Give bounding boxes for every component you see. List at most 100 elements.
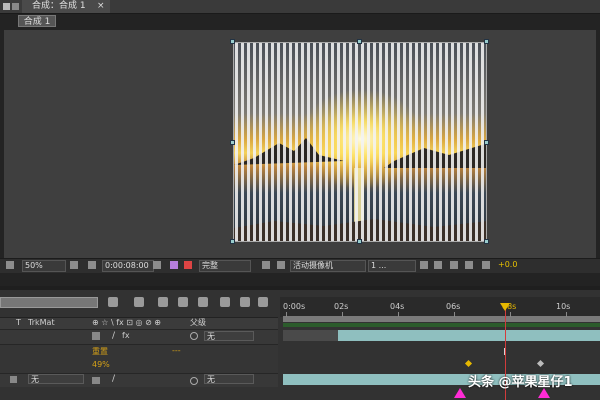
current-time-indicator-head[interactable] (500, 303, 510, 311)
camera-value: 活动摄像机 (293, 261, 333, 270)
watermark: 头条 @苹果星仔1 (468, 375, 573, 390)
blind-stripe (235, 43, 238, 241)
blind-stripe (289, 43, 292, 241)
channel-icon[interactable] (184, 261, 192, 269)
exposure-reset-icon[interactable] (482, 261, 490, 269)
blind-stripe (385, 43, 388, 241)
layer2-parent-value: 无 (207, 375, 215, 384)
blind-stripe (307, 43, 310, 241)
layer2-parent-dropdown[interactable]: 无 (204, 374, 254, 384)
blind-stripe (361, 43, 364, 241)
transform-handle-mr[interactable] (484, 140, 489, 145)
resolution-dropdown[interactable]: 完整 (199, 260, 251, 272)
blind-stripe (319, 43, 322, 241)
exposure-value[interactable]: +0.0 (498, 260, 517, 270)
mask-visibility-icon[interactable] (88, 261, 96, 269)
col-t: T (16, 318, 21, 327)
snapshot-icon[interactable] (153, 261, 161, 269)
camera-dropdown[interactable]: 活动摄像机 (290, 260, 366, 272)
layer2-trkmat-dropdown[interactable]: 无 (28, 374, 84, 384)
time-ruler[interactable] (280, 297, 600, 317)
property-group (0, 344, 278, 373)
ruler-label-2: 02s (334, 302, 349, 311)
layer2-label-icon[interactable] (10, 376, 17, 383)
transform-handle-br[interactable] (484, 239, 489, 244)
blind-stripe (253, 43, 256, 241)
blind-stripe (379, 43, 382, 241)
brainstorm-icon[interactable] (220, 297, 230, 307)
layer1-duration-bar[interactable] (338, 330, 600, 341)
transparency-grid-icon[interactable] (277, 261, 285, 269)
fast-previews-icon[interactable] (434, 261, 442, 269)
ruler-tick-5 (566, 312, 567, 317)
draft-3d-icon[interactable] (134, 297, 144, 307)
blind-stripe (457, 43, 460, 241)
layer1-parent-dropdown[interactable]: 无 (204, 331, 254, 341)
layer1-gap (283, 330, 338, 341)
shy-switch-icon[interactable] (92, 332, 100, 340)
motion-blur-icon[interactable] (198, 297, 208, 307)
work-area-bar[interactable] (283, 316, 600, 322)
timecode-field[interactable]: 0:00:08:00 (102, 260, 154, 272)
blind-stripe (445, 43, 448, 241)
layer2-quality-icon[interactable]: / (112, 374, 115, 384)
blind-stripe (265, 43, 268, 241)
region-of-interest-icon[interactable] (262, 261, 270, 269)
blind-stripe (295, 43, 298, 241)
effects-switch-icon[interactable]: fx (122, 331, 130, 340)
transform-handle-bl[interactable] (230, 239, 235, 244)
lock-icon[interactable] (12, 3, 19, 10)
quality-switch-icon[interactable]: / (112, 331, 115, 341)
property-name[interactable]: 重置 (92, 346, 108, 357)
transform-handle-tr[interactable] (484, 39, 489, 44)
views-dropdown[interactable]: 1 ... (368, 260, 416, 272)
blind-stripe (475, 43, 478, 241)
resolution-value: 完整 (202, 261, 218, 270)
blind-stripe (355, 43, 358, 241)
layer2-pickwhip-icon[interactable] (190, 377, 198, 385)
frame-blending-icon[interactable] (178, 297, 188, 307)
layer-search-input[interactable] (0, 297, 98, 308)
blinds-overlay (235, 43, 484, 241)
layer2-shy-icon[interactable] (92, 377, 100, 384)
blind-stripe (403, 43, 406, 241)
blind-stripe (415, 43, 418, 241)
graph-editor-icon[interactable] (258, 297, 268, 307)
transform-handle-tc[interactable] (357, 39, 362, 44)
blind-stripe (367, 43, 370, 241)
zoom-dropdown[interactable]: 50% (22, 260, 66, 272)
panel-menu-icon[interactable] (3, 3, 10, 10)
blind-stripe (277, 43, 280, 241)
transform-handle-tl[interactable] (230, 39, 235, 44)
blind-stripe (313, 43, 316, 241)
composition-subtab[interactable]: 合成 1 (18, 15, 56, 27)
ruler-label-4: 04s (390, 302, 405, 311)
blind-stripe (451, 43, 454, 241)
comp-flowchart-icon[interactable] (465, 261, 473, 269)
transform-handle-bc[interactable] (357, 239, 362, 244)
blind-stripe (439, 43, 442, 241)
transform-handle-ml[interactable] (230, 140, 235, 145)
pickwhip-icon[interactable] (190, 332, 198, 340)
property-value[interactable]: 49% (92, 360, 110, 369)
blind-stripe (397, 43, 400, 241)
timeline-icon[interactable] (450, 261, 458, 269)
composition-frame[interactable] (233, 42, 487, 242)
always-preview-icon[interactable] (6, 261, 14, 269)
hide-shy-icon[interactable] (158, 297, 168, 307)
ruler-tick-1 (342, 312, 343, 317)
close-tab-icon[interactable]: × (97, 0, 105, 13)
blind-stripe (271, 43, 274, 241)
comp-mini-flowchart-icon[interactable] (108, 297, 118, 307)
show-snapshot-icon[interactable] (170, 261, 178, 269)
toggle-pixel-aspect-icon[interactable] (420, 261, 428, 269)
blind-stripe (259, 43, 262, 241)
blind-stripe (301, 43, 304, 241)
composition-tab-label: 合成：合成 1 (32, 1, 86, 11)
blind-stripe (247, 43, 250, 241)
blind-stripe (409, 43, 412, 241)
grid-guides-icon[interactable] (70, 261, 78, 269)
blind-stripe (373, 43, 376, 241)
auto-keyframe-icon[interactable] (240, 297, 250, 307)
ruler-label-0: 0:00s (283, 302, 306, 311)
